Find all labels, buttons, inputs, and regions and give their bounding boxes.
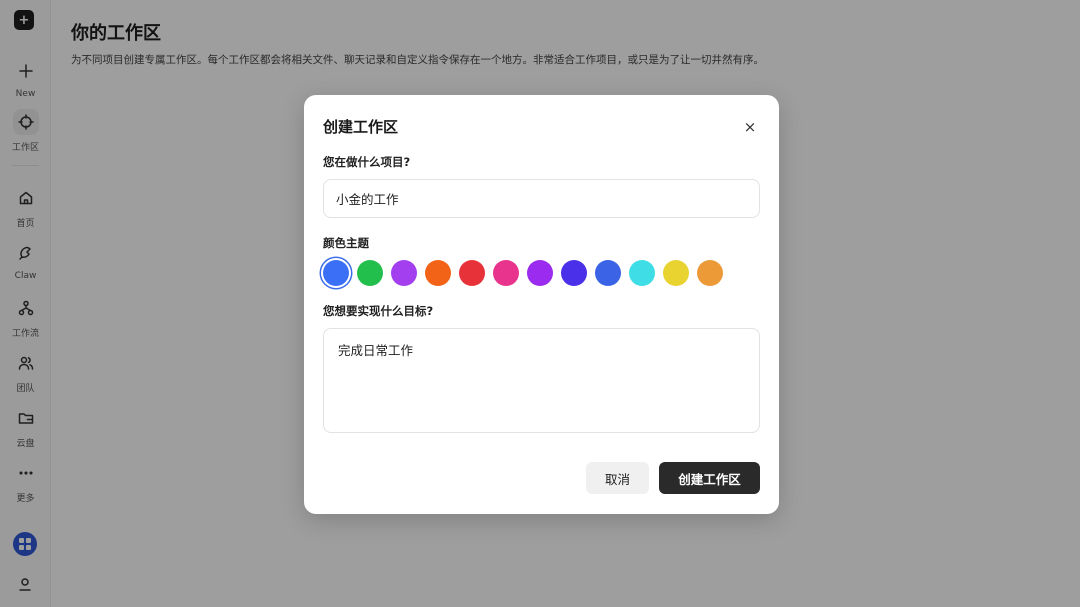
project-name-input[interactable]: [323, 179, 760, 218]
color-swatch[interactable]: [629, 260, 655, 286]
color-swatch[interactable]: [493, 260, 519, 286]
color-swatch[interactable]: [697, 260, 723, 286]
create-workspace-dialog: 创建工作区 × 您在做什么项目? 颜色主题 您想要实现什么目标? 完成日常工作 …: [304, 95, 779, 514]
color-theme-label: 颜色主题: [323, 236, 369, 250]
color-swatch[interactable]: [663, 260, 689, 286]
cancel-button[interactable]: 取消: [586, 462, 649, 494]
color-swatch[interactable]: [357, 260, 383, 286]
color-swatch[interactable]: [527, 260, 553, 286]
goal-textarea[interactable]: 完成日常工作: [323, 328, 760, 433]
project-label: 您在做什么项目?: [323, 155, 411, 169]
dialog-title: 创建工作区: [323, 118, 399, 136]
color-swatch[interactable]: [391, 260, 417, 286]
color-swatch-list: [323, 260, 731, 286]
color-swatch[interactable]: [425, 260, 451, 286]
color-swatch[interactable]: [561, 260, 587, 286]
goal-label: 您想要实现什么目标?: [323, 304, 434, 318]
color-swatch[interactable]: [459, 260, 485, 286]
close-icon: ×: [743, 117, 757, 136]
color-swatch[interactable]: [595, 260, 621, 286]
color-swatch[interactable]: [323, 260, 349, 286]
create-workspace-button[interactable]: 创建工作区: [659, 462, 760, 494]
close-button[interactable]: ×: [741, 118, 759, 136]
